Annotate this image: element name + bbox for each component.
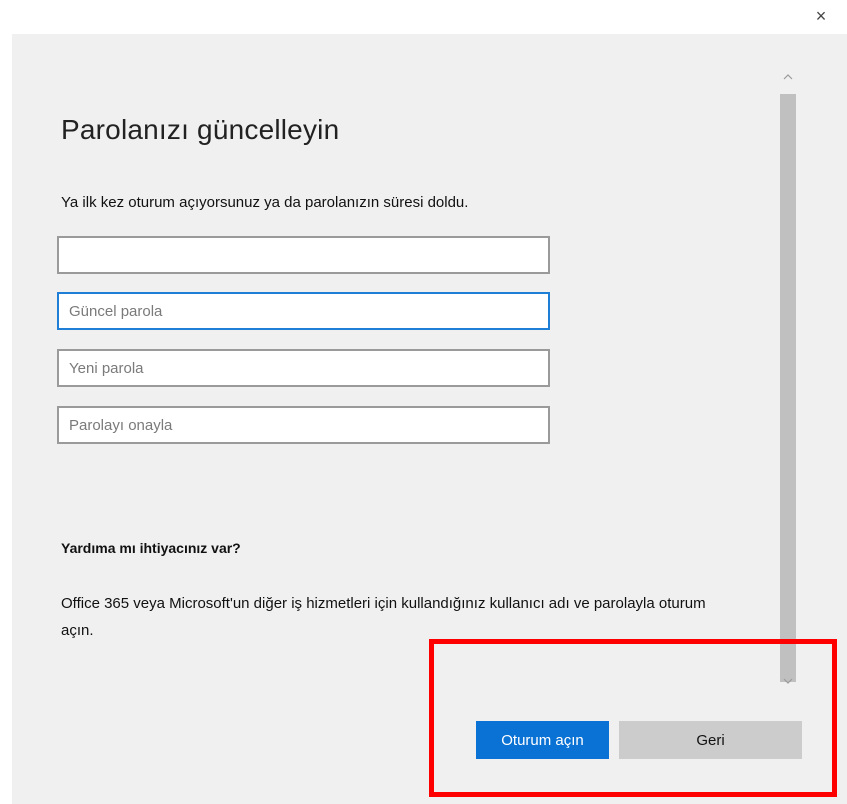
username-field[interactable]	[57, 236, 550, 274]
new-password-field[interactable]	[57, 349, 550, 387]
confirm-password-field[interactable]	[57, 406, 550, 444]
page-title: Parolanızı güncelleyin	[61, 114, 340, 145]
password-update-dialog: Parolanızı güncelleyin Ya ilk kez oturum…	[12, 34, 847, 804]
close-button[interactable]: ×	[809, 4, 833, 28]
help-text: Office 365 veya Microsoft'un diğer iş hi…	[61, 595, 706, 639]
current-password-field[interactable]	[57, 292, 550, 330]
vertical-scrollbar[interactable]	[778, 69, 798, 686]
close-icon: ×	[815, 5, 827, 26]
title-bar: ×	[0, 0, 847, 34]
sign-in-button[interactable]: Oturum açın	[476, 721, 609, 759]
back-button[interactable]: Geri	[619, 721, 802, 759]
chevron-up-icon[interactable]	[778, 69, 798, 89]
chevron-down-icon[interactable]	[778, 673, 798, 693]
page-subtitle: Ya ilk kez oturum açıyorsunuz ya da paro…	[61, 194, 469, 211]
scrollbar-thumb[interactable]	[780, 94, 796, 682]
help-heading: Yardıma mı ihtiyacınız var?	[61, 540, 241, 556]
